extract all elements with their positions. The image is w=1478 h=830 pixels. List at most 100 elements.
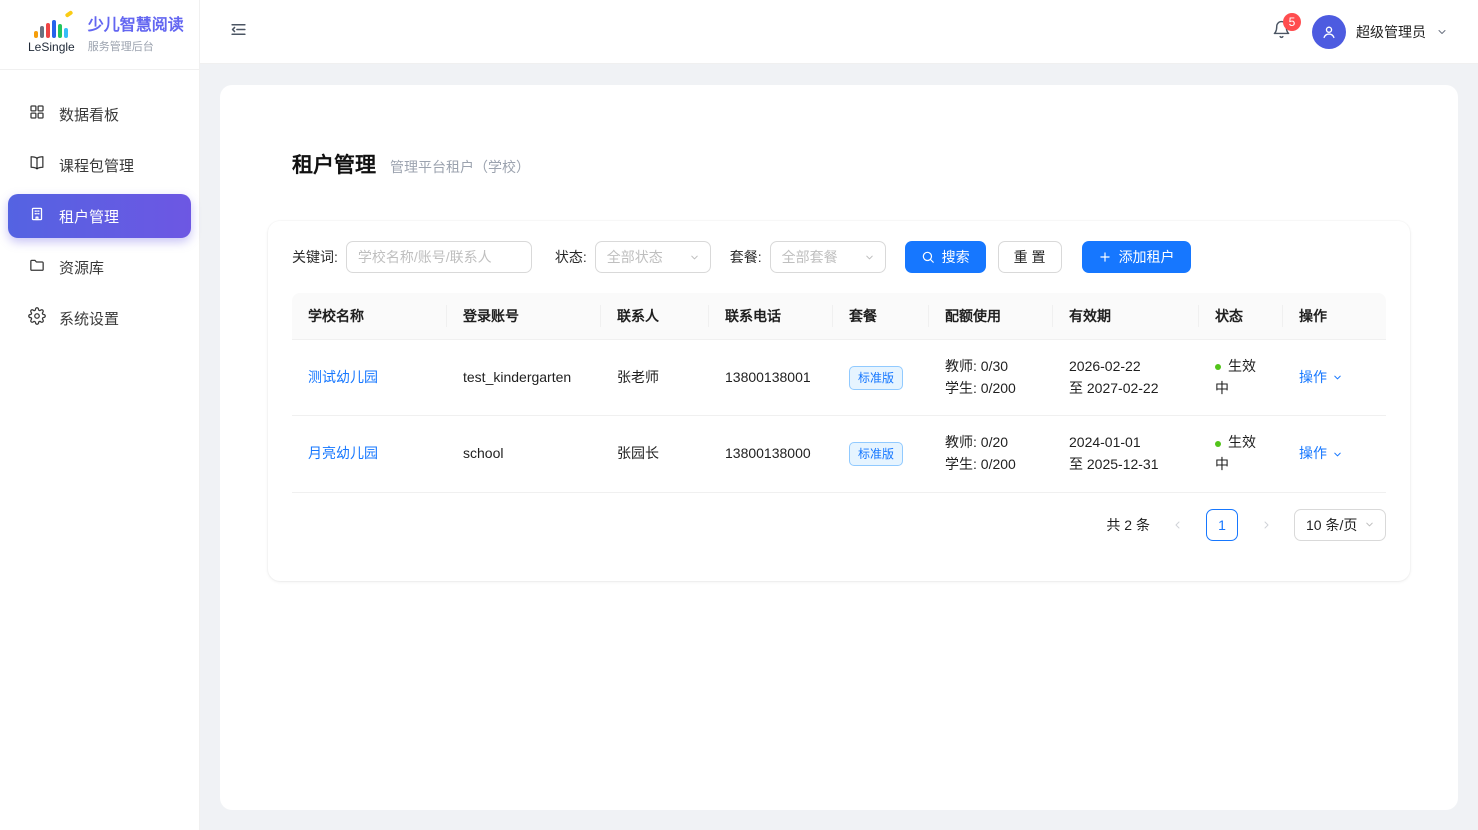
gear-icon [28,307,46,329]
column-header-quota: 配额使用 [929,293,1053,340]
school-link[interactable]: 月亮幼儿园 [308,445,378,461]
filter-bar: 关键词: 状态: 全部状态 套餐: 全部套餐 [292,241,1386,273]
quota-cell: 教师: 0/20 学生: 0/200 [929,416,1053,492]
reset-button-label: 重 置 [1014,247,1046,267]
status-select-value: 全部状态 [607,247,663,267]
brand-text: 少儿智慧阅读 服务管理后台 [88,16,184,54]
quota-teacher: 教师: 0/20 [945,432,1037,454]
table-row: 月亮幼儿园 school 张园长 13800138000 标准版 教师: 0/2… [292,416,1386,492]
reset-button[interactable]: 重 置 [998,241,1062,273]
chevron-down-icon [1332,372,1343,383]
contact-cell: 张园长 [601,416,709,492]
notifications-button[interactable]: 5 [1268,19,1294,45]
plan-select-value: 全部套餐 [782,247,838,267]
add-tenant-label: 添加租户 [1119,247,1175,267]
avatar [1312,15,1346,49]
logo-bars-icon [34,16,68,38]
chevron-down-icon [1332,449,1343,460]
sidebar-item-dashboard[interactable]: 数据看板 [8,92,191,136]
column-header-validity: 有效期 [1053,293,1199,340]
row-actions-label: 操作 [1299,443,1327,465]
table-row: 测试幼儿园 test_kindergarten 张老师 13800138001 … [292,340,1386,416]
keyword-input[interactable] [346,241,532,273]
page-head: 租户管理 管理平台租户（学校） [268,149,1410,179]
column-header-status: 状态 [1199,293,1283,340]
quota-teacher: 教师: 0/30 [945,356,1037,378]
sidebar-item-tenants[interactable]: 租户管理 [8,194,191,238]
school-link[interactable]: 测试幼儿园 [308,369,378,385]
menu-fold-button[interactable] [224,18,252,46]
add-tenant-button[interactable]: 添加租户 [1082,241,1191,273]
quota-cell: 教师: 0/30 学生: 0/200 [929,340,1053,416]
page-size-select[interactable]: 10 条/页 [1294,509,1386,541]
sidebar-nav: 数据看板 课程包管理 租户管理 资源库 [0,70,199,340]
chevron-down-icon [1364,519,1375,530]
topbar: 5 超级管理员 [200,0,1478,64]
sidebar-item-resources[interactable]: 资源库 [8,245,191,289]
folder-icon [28,256,46,278]
quota-student: 学生: 0/200 [945,378,1037,400]
sidebar-item-label: 资源库 [59,257,104,278]
page-card: 租户管理 管理平台租户（学校） 关键词: 状态: 全部状态 套餐: [220,85,1458,810]
main-area: 5 超级管理员 租户管理 管理平台租户（学校） [200,0,1478,830]
column-header-phone: 联系电话 [709,293,833,340]
user-name: 超级管理员 [1356,22,1426,42]
chevron-down-icon [1436,26,1448,38]
search-button[interactable]: 搜索 [905,241,986,273]
sidebar-item-label: 数据看板 [59,104,119,125]
plan-select[interactable]: 全部套餐 [770,241,886,273]
sidebar-item-course-packages[interactable]: 课程包管理 [8,143,191,187]
sidebar-item-label: 租户管理 [59,206,119,227]
content: 租户管理 管理平台租户（学校） 关键词: 状态: 全部状态 套餐: [200,64,1478,830]
brand-title: 少儿智慧阅读 [88,16,184,36]
status-dot-icon [1215,441,1221,447]
contact-cell: 张老师 [601,340,709,416]
row-actions-dropdown[interactable]: 操作 [1299,367,1343,389]
status-select[interactable]: 全部状态 [595,241,711,273]
plus-icon [1098,250,1112,264]
building-icon [28,205,46,227]
chevron-down-icon [689,252,700,263]
sidebar: LeSingle 少儿智慧阅读 服务管理后台 数据看板 课程包管理 [0,0,200,830]
search-button-label: 搜索 [942,247,970,267]
brand-logo-word: LeSingle [28,40,75,54]
column-header-account: 登录账号 [447,293,601,340]
tenant-panel: 关键词: 状态: 全部状态 套餐: 全部套餐 [268,221,1410,581]
pagination-page-1[interactable]: 1 [1206,509,1238,541]
pagination: 共 2 条 1 10 条/页 [292,509,1386,541]
account-cell: test_kindergarten [447,340,601,416]
table-header-row: 学校名称 登录账号 联系人 联系电话 套餐 配额使用 有效期 状态 操作 [292,293,1386,340]
topbar-right: 5 超级管理员 [1268,15,1448,49]
page-subtitle: 管理平台租户（学校） [390,157,530,177]
tenant-table: 学校名称 登录账号 联系人 联系电话 套餐 配额使用 有效期 状态 操作 [292,293,1386,493]
status-label: 状态: [555,247,587,267]
sidebar-item-label: 课程包管理 [59,155,134,176]
status-cell: 生效中 [1199,340,1283,416]
status-badge: 生效中 [1215,358,1256,396]
pagination-next-button[interactable] [1252,511,1280,539]
brand-subtitle: 服务管理后台 [88,38,184,54]
account-cell: school [447,416,601,492]
column-header-plan: 套餐 [833,293,929,340]
status-dot-icon [1215,364,1221,370]
column-header-actions: 操作 [1283,293,1386,340]
column-header-school: 学校名称 [292,293,447,340]
plan-label: 套餐: [730,247,762,267]
chevron-left-icon [1172,519,1184,531]
valid-from: 2026-02-22 [1069,356,1183,378]
row-actions-label: 操作 [1299,367,1327,389]
chevron-down-icon [864,252,875,263]
user-menu[interactable]: 超级管理员 [1312,15,1448,49]
brand-logo: LeSingle [28,16,75,54]
phone-cell: 13800138000 [709,416,833,492]
plan-tag: 标准版 [849,366,903,390]
notification-badge: 5 [1283,13,1301,31]
valid-from: 2024-01-01 [1069,432,1183,454]
row-actions-dropdown[interactable]: 操作 [1299,443,1343,465]
pagination-prev-button[interactable] [1164,511,1192,539]
plan-tag: 标准版 [849,442,903,466]
quota-student: 学生: 0/200 [945,454,1037,476]
chevron-right-icon [1260,519,1272,531]
menu-fold-icon [229,20,248,44]
sidebar-item-settings[interactable]: 系统设置 [8,296,191,340]
